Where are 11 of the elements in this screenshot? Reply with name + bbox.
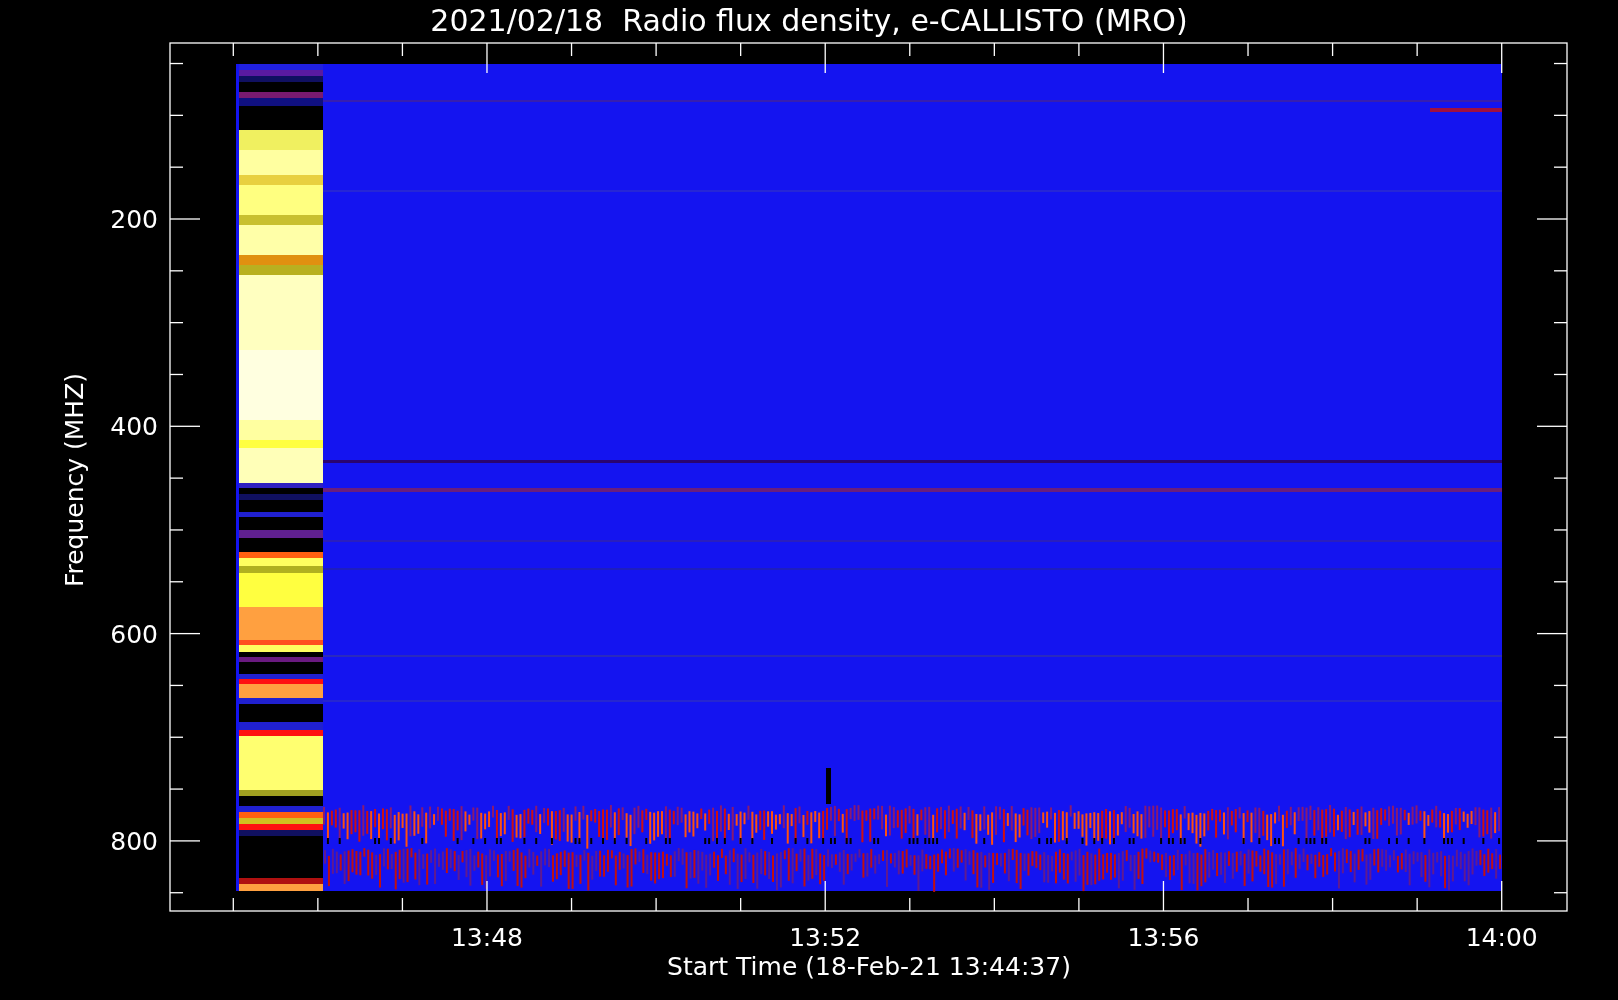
axis-tick-label: 200 bbox=[110, 205, 158, 234]
axis-tick-label: 400 bbox=[110, 412, 158, 442]
axis-tick-label: 800 bbox=[110, 826, 158, 856]
axis-tick-label: 13:48 bbox=[450, 923, 523, 952]
axis-title: Frequency (MHZ) bbox=[60, 372, 89, 588]
axis-tick-label: 13:52 bbox=[789, 923, 862, 952]
axis-tick-label: 600 bbox=[110, 619, 158, 649]
axis-tick-label: 14:00 bbox=[1465, 923, 1538, 952]
axis-tick-label: 13:56 bbox=[1127, 923, 1200, 952]
chart-title: 2021/02/18 Radio flux density, e-CALLISTO (MRO) bbox=[430, 3, 1188, 38]
axis-title: Start Time (18-Feb-21 13:44:37) bbox=[667, 952, 1071, 981]
